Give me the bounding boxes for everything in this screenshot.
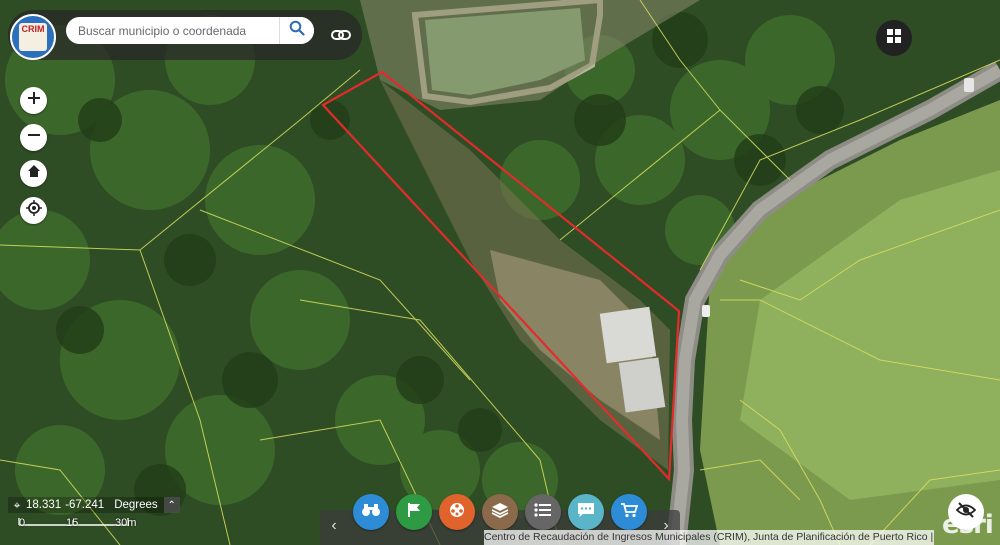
toolbar-prev-button[interactable]: ‹ — [324, 514, 344, 538]
comment-icon — [577, 502, 595, 523]
home-button[interactable] — [20, 160, 47, 187]
search-input[interactable] — [78, 21, 278, 40]
crosshair-icon: ⌖ — [13, 497, 21, 512]
longitude-value: -67.241 — [65, 499, 105, 511]
layers-tool-button[interactable] — [482, 494, 518, 530]
binoculars-icon — [361, 503, 381, 522]
scale-label-30m: 30m — [115, 517, 137, 529]
search-button[interactable] — [279, 17, 314, 44]
list-tool-button[interactable] — [525, 494, 561, 530]
layers-icon — [491, 502, 509, 523]
media-tool-button[interactable] — [439, 494, 475, 530]
link-icon — [331, 28, 351, 47]
flag-icon — [407, 502, 421, 523]
plus-icon — [27, 91, 41, 110]
list-icon — [534, 502, 552, 523]
latitude-value: 18.331 — [26, 499, 62, 511]
search-tool-button[interactable] — [353, 494, 389, 530]
flag-tool-button[interactable] — [396, 494, 432, 530]
eye-slash-icon — [955, 501, 977, 523]
chevron-left-icon: ‹ — [331, 517, 337, 534]
target-icon — [25, 200, 42, 221]
search-icon — [289, 20, 305, 41]
grid-icon — [886, 28, 902, 49]
logo-text: CRIM — [19, 23, 47, 51]
coordinate-readout: ⌖ 18.331 -67.241 Degrees ⌃ — [8, 497, 180, 513]
film-reel-icon — [448, 501, 466, 524]
minus-icon — [27, 128, 41, 147]
cart-icon — [620, 502, 639, 523]
scale-label-15: 15 — [66, 517, 79, 529]
coordinate-unit: Degrees — [114, 499, 158, 511]
locate-button[interactable] — [20, 197, 47, 224]
coordinate-scale-panel: ⌖ 18.331 -67.241 Degrees ⌃ 0 15 30m — [8, 495, 180, 532]
coordinate-toggle-button[interactable]: ⌃ — [163, 497, 180, 513]
apps-grid-button[interactable] — [876, 20, 912, 56]
zoom-in-button[interactable] — [20, 87, 47, 114]
toggle-visibility-button[interactable] — [948, 494, 984, 530]
comment-tool-button[interactable] — [568, 494, 604, 530]
map-attribution: Centro de Recaudación de Ingresos Munici… — [484, 530, 934, 545]
crim-logo[interactable]: CRIM — [10, 14, 56, 60]
chevron-up-icon: ⌃ — [167, 499, 176, 511]
cart-tool-button[interactable] — [611, 494, 647, 530]
share-link-button[interactable] — [326, 24, 356, 50]
home-icon — [27, 164, 41, 183]
satellite-map[interactable] — [0, 0, 1000, 545]
zoom-out-button[interactable] — [20, 124, 47, 151]
search-box — [66, 17, 314, 44]
scale-label-0: 0 — [19, 517, 26, 529]
